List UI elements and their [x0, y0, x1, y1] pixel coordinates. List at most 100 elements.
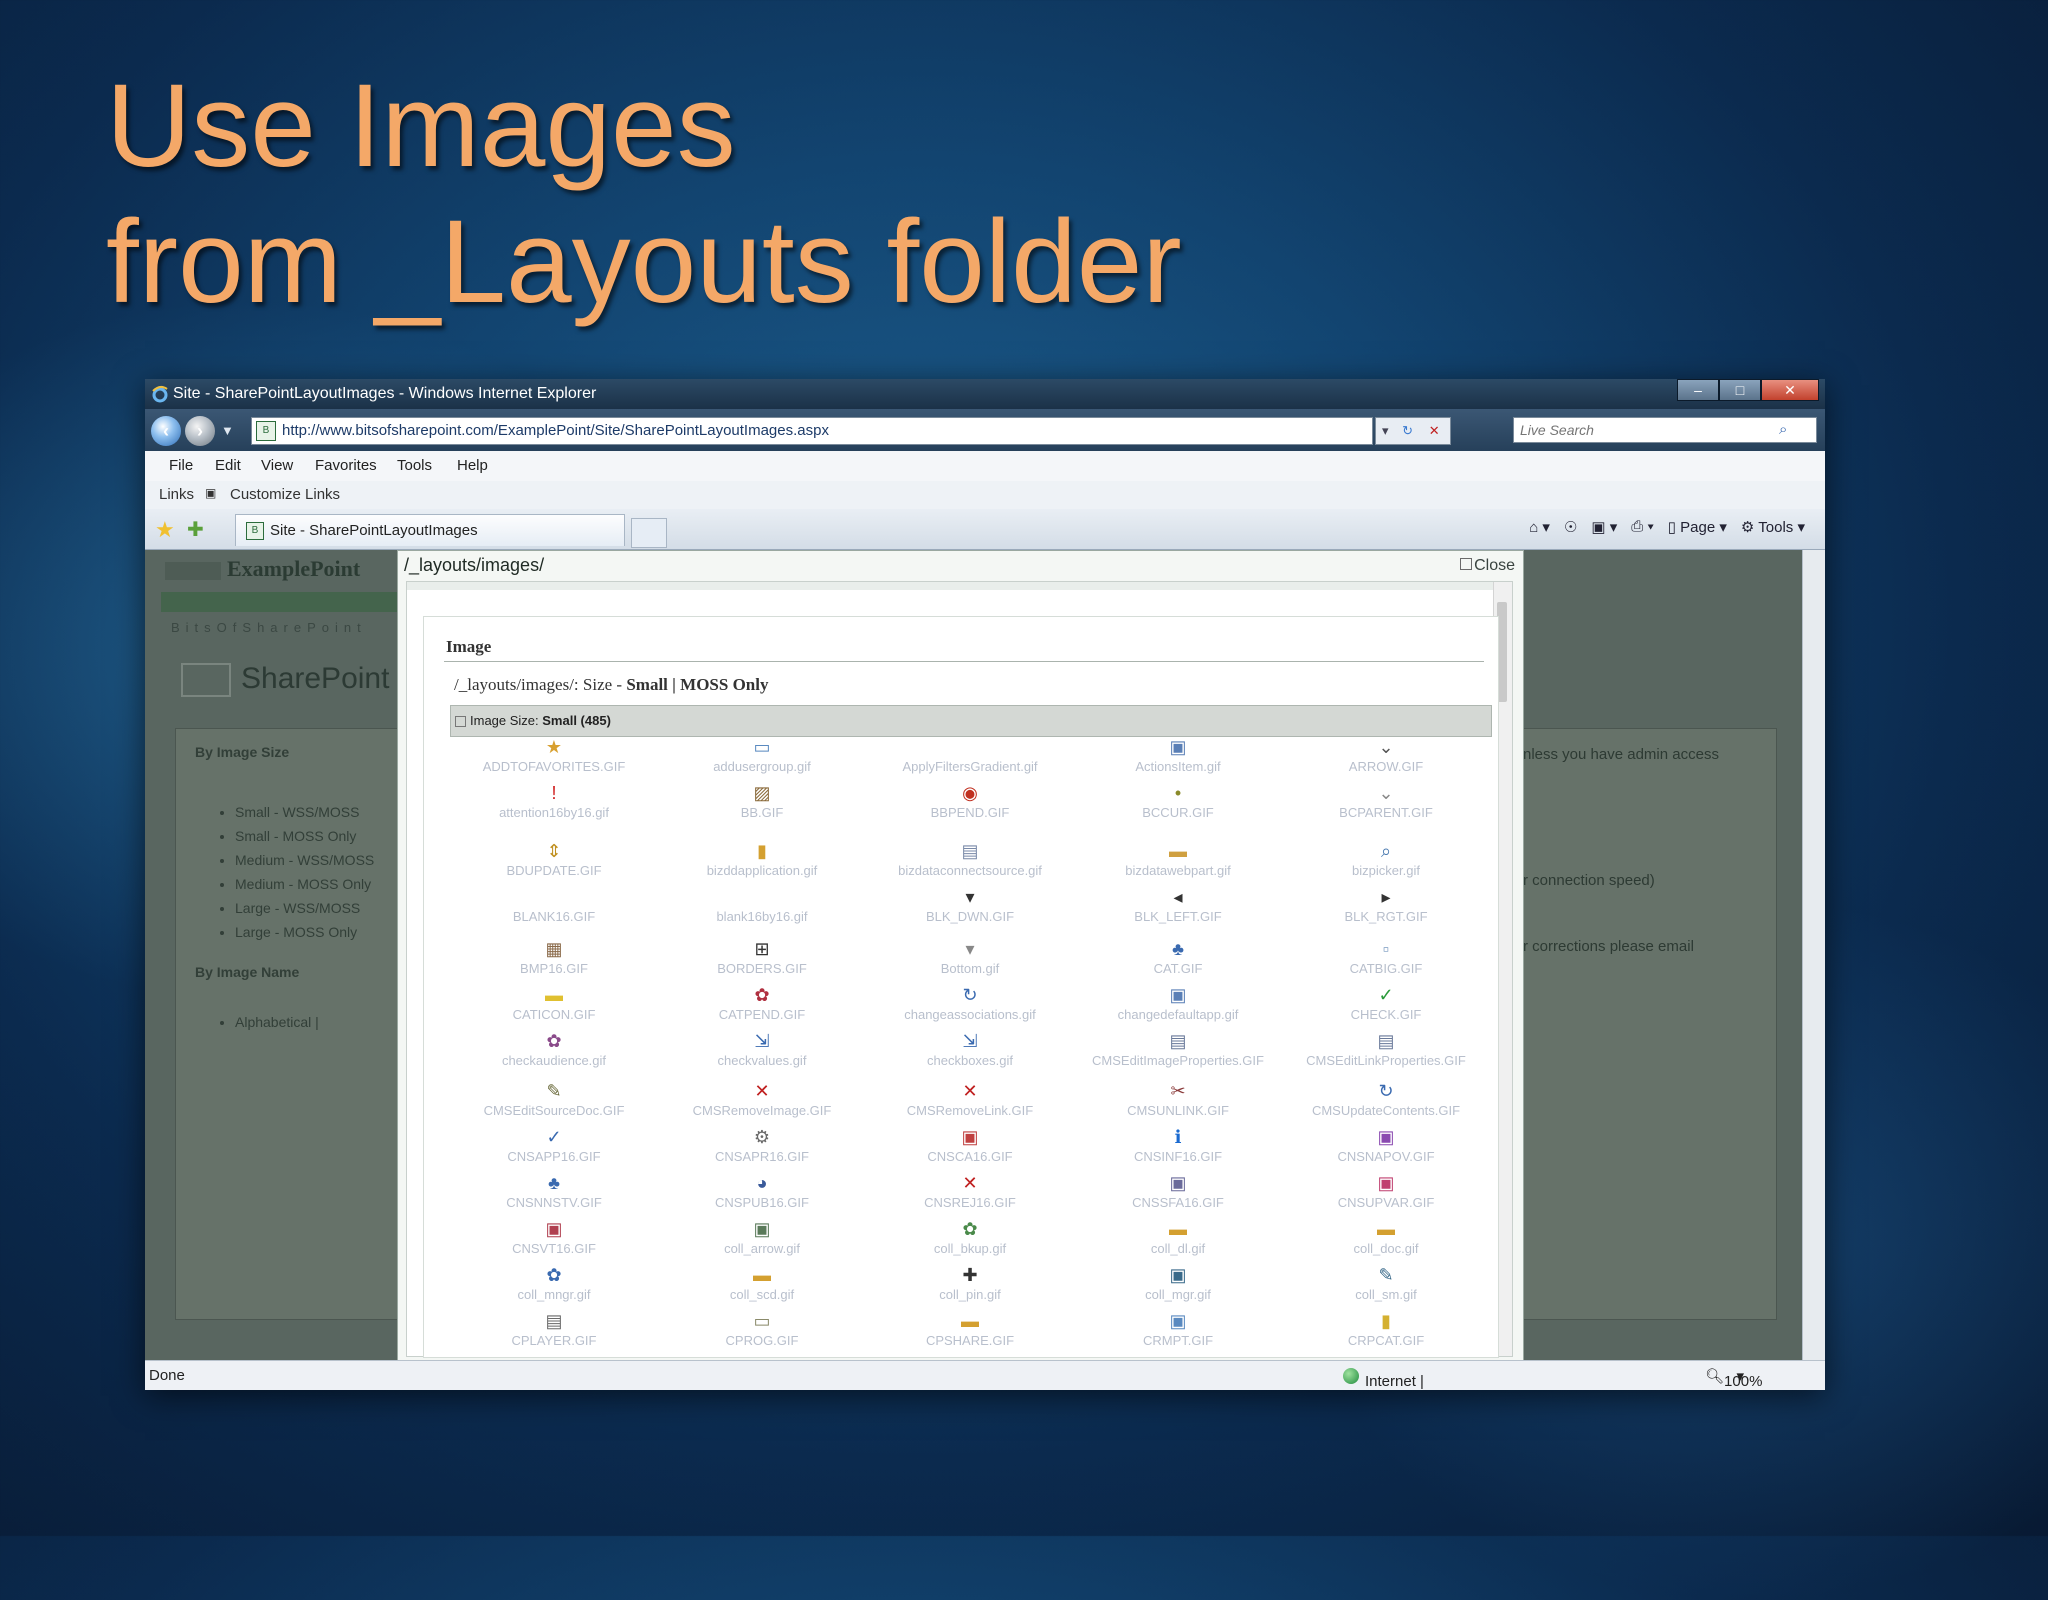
image-item[interactable]: ✓ CNSAPP16.GIF: [450, 1127, 658, 1164]
image-item[interactable]: ✂ CMSUNLINK.GIF: [1074, 1081, 1282, 1118]
image-item[interactable]: ▾ Bottom.gif: [866, 939, 1074, 976]
size-link[interactable]: Small - MOSS Only: [235, 824, 374, 848]
page-menu[interactable]: ▯ Page ▾: [1668, 518, 1727, 536]
image-item[interactable]: ✓ CHECK.GIF: [1282, 985, 1490, 1022]
image-item[interactable]: ! attention16by16.gif: [450, 783, 658, 820]
zoom-control[interactable]: 🔍︎ 100% ▾: [1705, 1367, 1762, 1390]
image-item[interactable]: ▬ coll_scd.gif: [658, 1265, 866, 1302]
image-item[interactable]: ℹ CNSINF16.GIF: [1074, 1127, 1282, 1164]
image-item[interactable]: ⌄ BCPARENT.GIF: [1282, 783, 1490, 820]
image-item[interactable]: ✿ checkaudience.gif: [450, 1031, 658, 1068]
image-item[interactable]: ▬ coll_doc.gif: [1282, 1219, 1490, 1256]
alphabetical-link[interactable]: Alphabetical |: [235, 1010, 374, 1034]
image-item[interactable]: ▫ CATBIG.GIF: [1282, 939, 1490, 976]
image-item[interactable]: ▨ BB.GIF: [658, 783, 866, 820]
image-item[interactable]: ▣ CNSCA16.GIF: [866, 1127, 1074, 1164]
tools-menu[interactable]: ⚙ Tools ▾: [1741, 518, 1805, 536]
image-item[interactable]: ◕ CNSPUB16.GIF: [658, 1173, 866, 1210]
menu-file[interactable]: File: [169, 457, 193, 474]
image-item[interactable]: blank16by16.gif: [658, 887, 866, 924]
image-item[interactable]: ▣ changedefaultapp.gif: [1074, 985, 1282, 1022]
image-item[interactable]: ♣ CNSNNSTV.GIF: [450, 1173, 658, 1210]
image-item[interactable]: ✿ CATPEND.GIF: [658, 985, 866, 1022]
security-zone[interactable]: Internet | Protected Mode: On: [1343, 1367, 1424, 1390]
new-tab-button[interactable]: [631, 518, 667, 548]
image-item[interactable]: ✎ CMSEditSourceDoc.GIF: [450, 1081, 658, 1118]
image-item[interactable]: ✕ CMSRemoveImage.GIF: [658, 1081, 866, 1118]
history-dropdown-icon[interactable]: ▼: [221, 423, 234, 438]
image-item[interactable]: ▣ coll_arrow.gif: [658, 1219, 866, 1256]
image-item[interactable]: BLANK16.GIF: [450, 887, 658, 924]
image-item[interactable]: ▭ addusergroup.gif: [658, 737, 866, 774]
image-item[interactable]: ▣ CNSUPVAR.GIF: [1282, 1173, 1490, 1210]
image-group-header[interactable]: Image Size: Small (485): [450, 705, 1492, 737]
page-scrollbar[interactable]: [1802, 550, 1825, 1360]
image-item[interactable]: ▸ BLK_RGT.GIF: [1282, 887, 1490, 924]
size-link[interactable]: Medium - MOSS Only: [235, 872, 374, 896]
refresh-icon[interactable]: ↻: [1402, 423, 1413, 438]
image-item[interactable]: ▾ BLK_DWN.GIF: [866, 887, 1074, 924]
image-item[interactable]: ✕ CNSREJ16.GIF: [866, 1173, 1074, 1210]
menu-help[interactable]: Help: [457, 457, 488, 474]
size-link[interactable]: Large - WSS/MOSS: [235, 896, 374, 920]
image-item[interactable]: ✿ coll_bkup.gif: [866, 1219, 1074, 1256]
home-icon[interactable]: ⌂ ▾: [1529, 518, 1550, 536]
image-item[interactable]: ⇲ checkboxes.gif: [866, 1031, 1074, 1068]
menu-edit[interactable]: Edit: [215, 457, 241, 474]
image-item[interactable]: ▬ CPSHARE.GIF: [866, 1311, 1074, 1348]
menu-view[interactable]: View: [261, 457, 293, 474]
size-link[interactable]: Medium - WSS/MOSS: [235, 848, 374, 872]
image-item[interactable]: ▣ ActionsItem.gif: [1074, 737, 1282, 774]
image-item[interactable]: ↻ CMSUpdateContents.GIF: [1282, 1081, 1490, 1118]
menu-favorites[interactable]: Favorites: [315, 457, 377, 474]
image-item[interactable]: ▣ CNSNAPOV.GIF: [1282, 1127, 1490, 1164]
image-item[interactable]: ↻ changeassociations.gif: [866, 985, 1074, 1022]
close-window-button[interactable]: ✕: [1761, 379, 1819, 401]
image-item[interactable]: ▣ CRMPT.GIF: [1074, 1311, 1282, 1348]
image-item[interactable]: ♣ CAT.GIF: [1074, 939, 1282, 976]
image-item[interactable]: ⇕ BDUPDATE.GIF: [450, 841, 658, 878]
add-favorite-icon[interactable]: ✚: [187, 517, 204, 542]
image-item[interactable]: ▮ bizddapplication.gif: [658, 841, 866, 878]
image-item[interactable]: ▬ bizdatawebpart.gif: [1074, 841, 1282, 878]
links-label[interactable]: Links: [159, 486, 194, 503]
customize-links[interactable]: Customize Links: [230, 486, 340, 503]
image-item[interactable]: ▬ coll_dl.gif: [1074, 1219, 1282, 1256]
image-item[interactable]: ▤ CMSEditLinkProperties.GIF: [1282, 1031, 1490, 1068]
image-item[interactable]: ✚ coll_pin.gif: [866, 1265, 1074, 1302]
menu-tools[interactable]: Tools: [397, 457, 432, 474]
minimize-button[interactable]: –: [1677, 379, 1719, 401]
image-item[interactable]: ▬ CATICON.GIF: [450, 985, 658, 1022]
size-link[interactable]: Large - MOSS Only: [235, 920, 374, 944]
image-item[interactable]: ◂ BLK_LEFT.GIF: [1074, 887, 1282, 924]
search-icon[interactable]: ⌕: [1779, 421, 1787, 438]
image-item[interactable]: ApplyFiltersGradient.gif: [866, 737, 1074, 774]
read-mail-icon[interactable]: ▣ ▾: [1591, 518, 1617, 536]
print-icon[interactable]: ⎙ ▾: [1631, 518, 1653, 536]
tab-site[interactable]: B Site - SharePointLayoutImages: [235, 514, 625, 546]
image-item[interactable]: ▤ CMSEditImageProperties.GIF: [1074, 1031, 1282, 1068]
maximize-button[interactable]: □: [1719, 379, 1761, 401]
image-item[interactable]: • BCCUR.GIF: [1074, 783, 1282, 820]
image-item[interactable]: ★ ADDTOFAVORITES.GIF: [450, 737, 658, 774]
stop-icon[interactable]: ✕: [1429, 423, 1440, 438]
image-item[interactable]: ⌄ ARROW.GIF: [1282, 737, 1490, 774]
dialog-close-button[interactable]: Close: [1460, 557, 1515, 575]
image-item[interactable]: ▦ BMP16.GIF: [450, 939, 658, 976]
feeds-icon[interactable]: ☉: [1564, 518, 1577, 536]
collapse-toggle-icon[interactable]: [455, 716, 466, 728]
forward-button[interactable]: ›: [185, 416, 215, 446]
back-button[interactable]: ‹: [151, 416, 181, 446]
address-bar[interactable]: Bhttp://www.bitsofsharepoint.com/Example…: [251, 417, 1373, 445]
image-item[interactable]: ◉ BBPEND.GIF: [866, 783, 1074, 820]
image-item[interactable]: ⌕ bizpicker.gif: [1282, 841, 1490, 878]
search-input[interactable]: [1513, 417, 1817, 443]
image-item[interactable]: ✕ CMSRemoveLink.GIF: [866, 1081, 1074, 1118]
image-item[interactable]: ✎ coll_sm.gif: [1282, 1265, 1490, 1302]
image-item[interactable]: ▣ CNSVT16.GIF: [450, 1219, 658, 1256]
favorites-star-icon[interactable]: ★: [155, 517, 175, 543]
dropdown-icon[interactable]: ▾: [1382, 423, 1389, 438]
size-link[interactable]: Small - WSS/MOSS: [235, 800, 374, 824]
image-item[interactable]: ▤ CPLAYER.GIF: [450, 1311, 658, 1348]
image-item[interactable]: ⇲ checkvalues.gif: [658, 1031, 866, 1068]
